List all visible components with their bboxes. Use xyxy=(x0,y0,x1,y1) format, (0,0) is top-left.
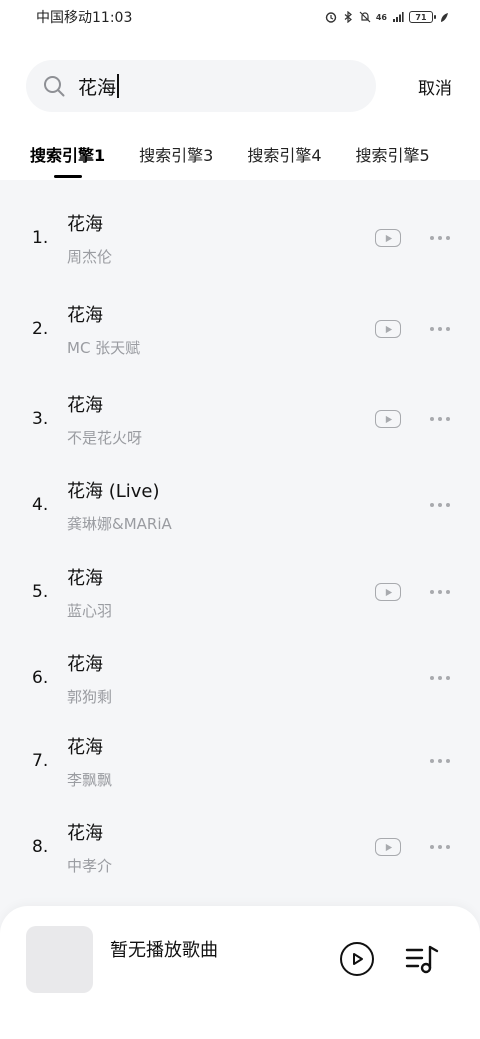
song-index: 6. xyxy=(32,668,49,688)
song-row[interactable]: 6. 花海 郭狗剩 xyxy=(0,635,480,721)
song-info: 花海 郭狗剩 xyxy=(67,650,112,707)
song-row[interactable]: 5. 花海 蓝心羽 xyxy=(0,549,480,635)
song-title: 花海 xyxy=(67,653,103,675)
network-label: 46 xyxy=(375,12,387,22)
song-row[interactable]: 3. 花海 不是花火呀 xyxy=(0,376,480,462)
results-list: 1. 花海 周杰伦 2. 花海 MC 张天赋 3. 花海 不是花火呀 4. 花海… xyxy=(0,180,480,940)
song-artist: MC 张天赋 xyxy=(67,338,141,357)
song-row[interactable]: 2. 花海 MC 张天赋 xyxy=(0,286,480,372)
mv-play-icon[interactable] xyxy=(375,410,401,428)
signal-icon xyxy=(393,12,404,22)
tab-engine-3[interactable]: 搜索引擎3 xyxy=(139,134,213,166)
song-index: 8. xyxy=(32,837,49,857)
battery-level: 71 xyxy=(415,12,427,22)
song-info: 花海 MC 张天赋 xyxy=(67,301,140,358)
more-icon[interactable] xyxy=(430,844,450,850)
song-index: 4. xyxy=(32,495,49,515)
search-input[interactable]: 花海 xyxy=(78,73,328,100)
song-title: 花海 xyxy=(67,304,103,326)
song-artist: 不是花火呀 xyxy=(67,428,143,447)
cancel-button[interactable]: 取消 xyxy=(414,66,456,107)
song-index: 2. xyxy=(32,319,49,339)
search-icon xyxy=(44,76,65,97)
more-icon[interactable] xyxy=(430,326,450,332)
song-row[interactable]: 8. 花海 中孝介 xyxy=(0,804,480,890)
engine-tabs: 搜索引擎1 搜索引擎3 搜索引擎4 搜索引擎5 xyxy=(0,134,480,178)
alarm-icon xyxy=(325,12,337,23)
search-row: 花海 取消 xyxy=(26,58,456,114)
song-index: 1. xyxy=(32,228,49,248)
mv-play-icon[interactable] xyxy=(375,838,401,856)
more-icon[interactable] xyxy=(430,675,450,681)
song-title: 花海 xyxy=(67,736,103,758)
text-cursor xyxy=(117,74,120,98)
song-info: 花海 周杰伦 xyxy=(67,210,112,267)
more-icon[interactable] xyxy=(430,235,450,241)
song-title: 花海 xyxy=(67,394,103,416)
more-icon[interactable] xyxy=(430,758,450,764)
carrier-time: 中国移动11:03 xyxy=(36,10,133,26)
mini-player[interactable]: 暂无播放歌曲 xyxy=(0,906,480,1039)
mv-play-icon[interactable] xyxy=(375,583,401,601)
play-icon xyxy=(353,953,363,965)
search-query: 花海 xyxy=(78,76,117,99)
playlist-icon[interactable] xyxy=(404,942,440,976)
search-box[interactable]: 花海 xyxy=(26,60,376,112)
leaf-icon xyxy=(441,13,448,22)
song-info: 花海 (Live) 龚琳娜&MARiA xyxy=(67,477,172,534)
song-artist: 龚琳娜&MARiA xyxy=(67,514,172,533)
status-icons: 46 71 xyxy=(325,11,450,23)
song-title: 花海 (Live) xyxy=(67,480,160,502)
more-icon[interactable] xyxy=(430,416,450,422)
song-title: 花海 xyxy=(67,567,103,589)
song-artist: 周杰伦 xyxy=(67,247,113,266)
song-artist: 蓝心羽 xyxy=(67,601,113,620)
song-info: 花海 蓝心羽 xyxy=(67,564,112,621)
song-title: 花海 xyxy=(67,213,103,235)
song-row[interactable]: 7. 花海 李飘飘 xyxy=(0,718,480,804)
tab-engine-5[interactable]: 搜索引擎5 xyxy=(356,134,430,166)
song-index: 3. xyxy=(32,409,49,429)
album-cover[interactable] xyxy=(26,926,93,993)
status-bar: 中国移动11:03 46 71 xyxy=(0,0,480,34)
song-artist: 中孝介 xyxy=(67,856,113,875)
bluetooth-icon xyxy=(344,11,352,23)
play-button[interactable] xyxy=(340,942,374,976)
song-row[interactable]: 1. 花海 周杰伦 xyxy=(0,195,480,281)
mv-play-icon[interactable] xyxy=(375,320,401,338)
song-info: 花海 李飘飘 xyxy=(67,733,112,790)
mv-play-icon[interactable] xyxy=(375,229,401,247)
now-playing-text: 暂无播放歌曲 xyxy=(110,940,218,961)
tab-engine-4[interactable]: 搜索引擎4 xyxy=(247,134,321,166)
battery-icon: 71 xyxy=(409,11,436,23)
song-info: 花海 中孝介 xyxy=(67,819,112,876)
mute-icon xyxy=(359,11,371,23)
more-icon[interactable] xyxy=(430,589,450,595)
song-index: 7. xyxy=(32,751,49,771)
song-row[interactable]: 4. 花海 (Live) 龚琳娜&MARiA xyxy=(0,462,480,548)
tab-engine-1[interactable]: 搜索引擎1 xyxy=(30,134,105,166)
song-info: 花海 不是花火呀 xyxy=(67,391,142,448)
song-index: 5. xyxy=(32,582,49,602)
song-artist: 郭狗剩 xyxy=(67,687,113,706)
more-icon[interactable] xyxy=(430,502,450,508)
song-artist: 李飘飘 xyxy=(67,770,113,789)
song-title: 花海 xyxy=(67,822,103,844)
